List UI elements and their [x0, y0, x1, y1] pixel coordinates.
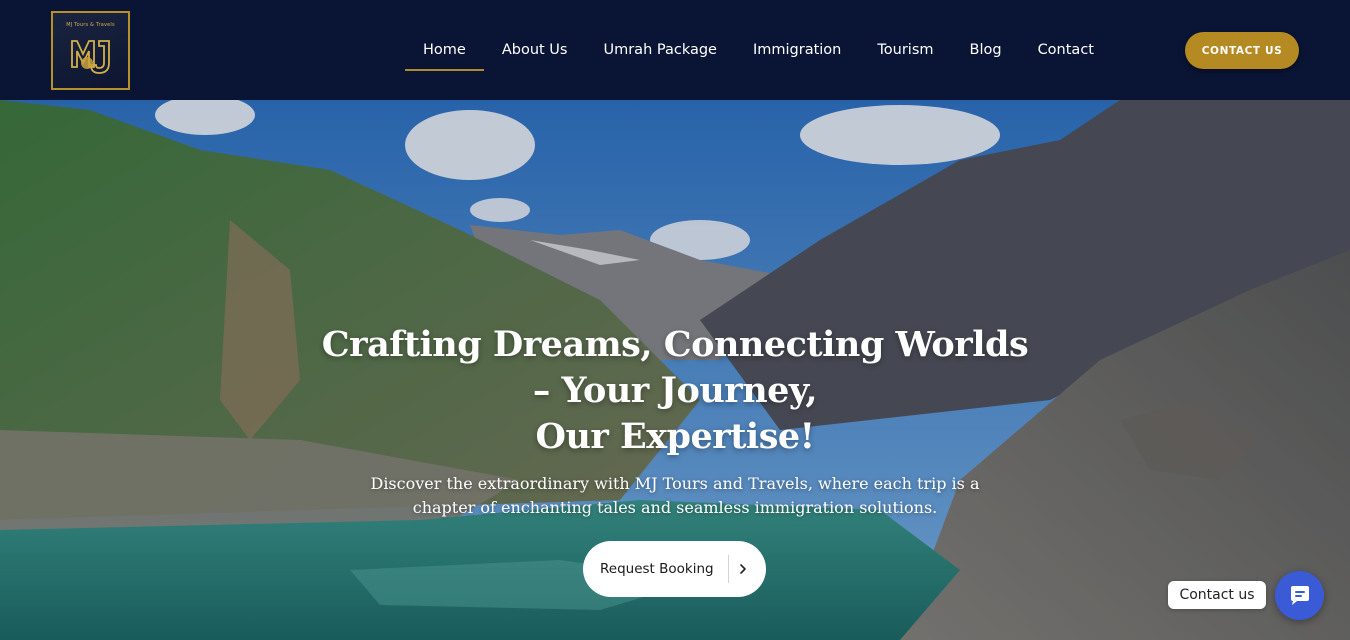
- nav-blog[interactable]: Blog: [952, 0, 1020, 100]
- booking-divider: [728, 555, 729, 583]
- logo-mark-icon: [70, 39, 110, 74]
- main-nav: Home About Us Umrah Package Immigration …: [405, 0, 1112, 100]
- logo[interactable]: MJ Tours & Travels: [51, 11, 130, 90]
- chevron-right-icon: [740, 564, 746, 574]
- hero-section: Crafting Dreams, Connecting Worlds – You…: [0, 100, 1350, 640]
- hero-subtitle: Discover the extraordinary with MJ Tours…: [325, 472, 1025, 520]
- nav-tourism[interactable]: Tourism: [859, 0, 951, 100]
- chat-widget-button[interactable]: [1275, 571, 1324, 620]
- hero-subtitle-line: Discover the extraordinary with MJ Tours…: [370, 474, 980, 493]
- site-header: MJ Tours & Travels Home About Us Umrah P…: [0, 0, 1350, 100]
- nav-umrah-package[interactable]: Umrah Package: [585, 0, 735, 100]
- hero-title-line: Our Expertise!: [535, 416, 815, 457]
- nav-contact[interactable]: Contact: [1020, 0, 1112, 100]
- chat-contact-label[interactable]: Contact us: [1168, 581, 1266, 609]
- nav-home[interactable]: Home: [405, 0, 484, 100]
- logo-text: MJ Tours & Travels: [66, 22, 115, 28]
- hero-title-line: – Your Journey,: [532, 370, 818, 411]
- request-booking-label: Request Booking: [600, 561, 714, 577]
- hero-subtitle-line: chapter of enchanting tales and seamless…: [412, 498, 938, 517]
- chat-bubble-icon: [1290, 585, 1309, 605]
- hero-title-line: Crafting Dreams, Connecting Worlds: [321, 324, 1029, 365]
- nav-about-us[interactable]: About Us: [484, 0, 586, 100]
- nav-immigration[interactable]: Immigration: [735, 0, 859, 100]
- hero-title: Crafting Dreams, Connecting Worlds – You…: [275, 322, 1075, 460]
- request-booking-button[interactable]: Request Booking: [583, 541, 766, 597]
- contact-us-button[interactable]: CONTACT US: [1185, 32, 1299, 69]
